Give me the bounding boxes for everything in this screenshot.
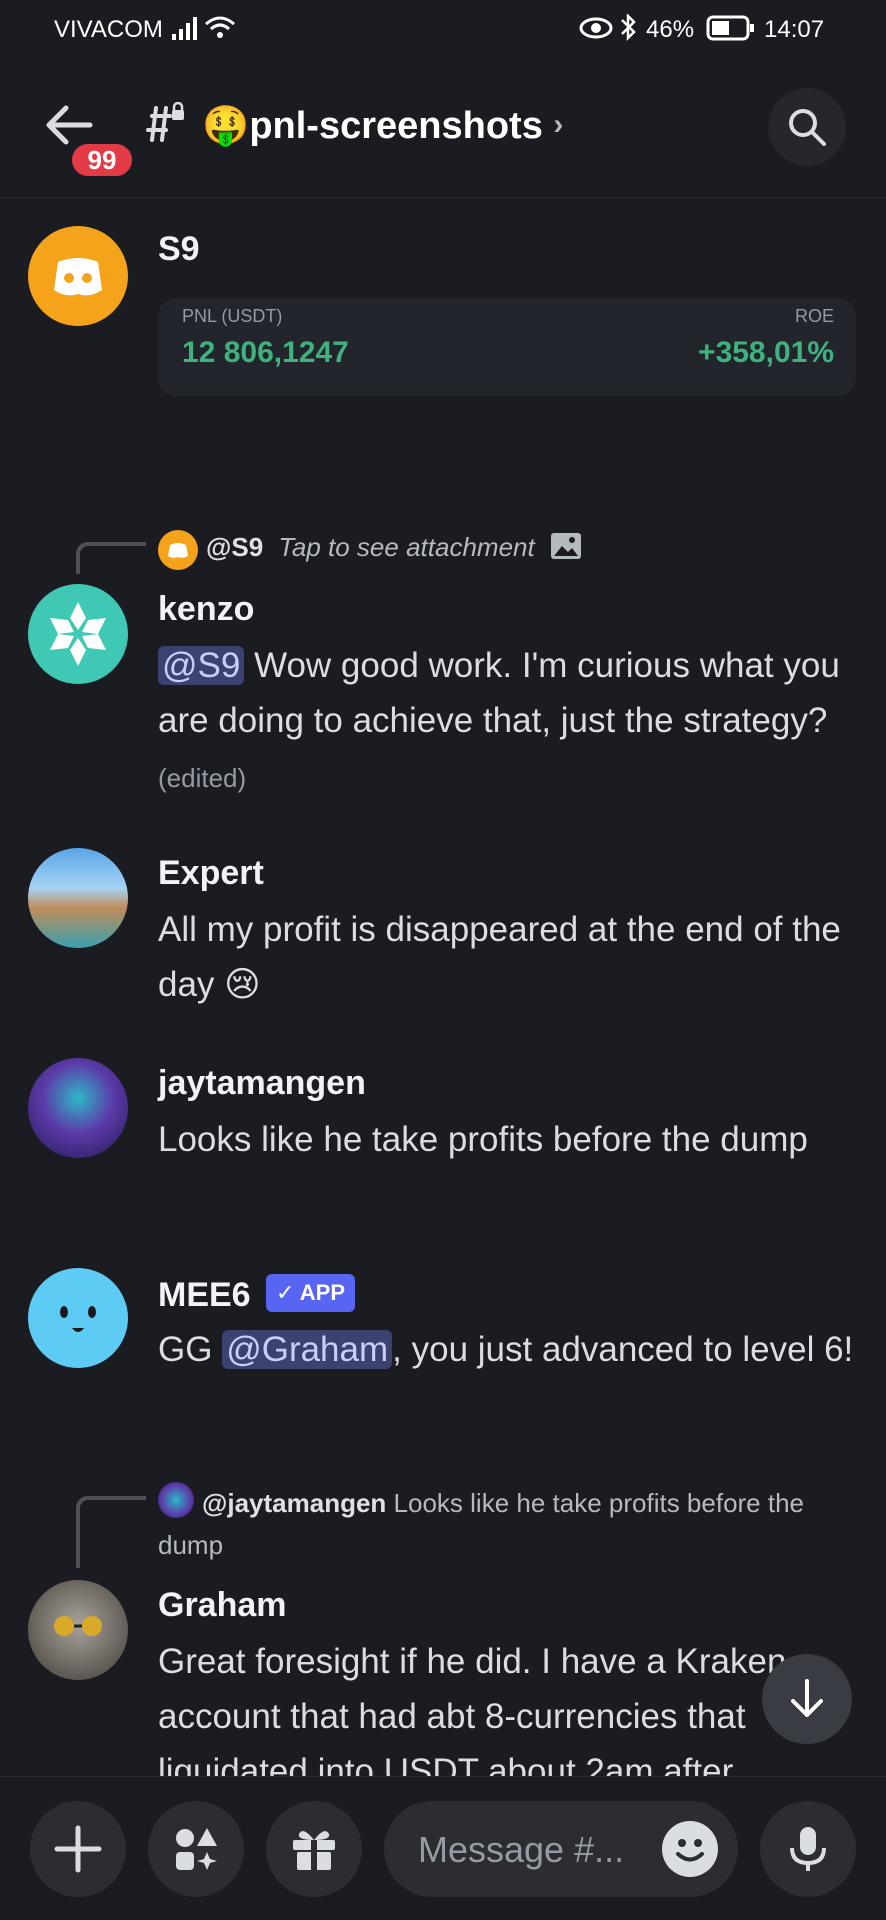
reply-mention: @S9	[206, 532, 264, 562]
smiley-icon	[676, 1839, 704, 1862]
gift-icon	[293, 1831, 335, 1870]
message-text-graham: Great foresight if he did. I have a Krak…	[158, 1642, 787, 1776]
snowflake-logo-icon	[50, 602, 106, 666]
search-icon	[789, 109, 826, 146]
mention-graham[interactable]: @Graham	[222, 1330, 393, 1369]
reply-preview[interactable]: @jaytamangen Looks like he take profits …	[158, 1482, 848, 1566]
message-text-jaytamangen: Looks like he take profits before the du…	[158, 1120, 808, 1159]
avatar-graham[interactable]	[28, 1580, 128, 1680]
apps-button[interactable]	[148, 1801, 244, 1897]
mee6-face-icon	[60, 1306, 96, 1332]
emoji-button[interactable]	[662, 1821, 718, 1877]
message-input[interactable]: Message #...	[384, 1801, 738, 1897]
author-expert[interactable]: Expert	[158, 854, 264, 893]
add-button[interactable]	[30, 1801, 126, 1897]
channel-header: 99 🤑pnl-screenshots ›	[0, 60, 886, 198]
channel-title[interactable]: 🤑pnl-screenshots ›	[202, 104, 563, 148]
plus-icon	[54, 1825, 102, 1873]
author-mee6[interactable]: MEE6 ✓ APP	[158, 1274, 356, 1315]
carrier-label: VIVACOM	[54, 16, 163, 43]
battery-icon	[706, 15, 754, 41]
reply-mention: @jaytamangen	[202, 1488, 387, 1518]
cat-sunglasses-icon	[54, 1616, 102, 1636]
discord-logo-icon	[54, 258, 102, 296]
signal-wifi-icon	[172, 16, 235, 40]
pnl-label: PNL (USDT)	[182, 306, 283, 326]
status-bar: VIVACOM 46% 14:07	[0, 0, 886, 60]
app-badge: ✓ APP	[266, 1274, 356, 1312]
author-s9[interactable]: S9	[158, 230, 200, 269]
search-button[interactable]	[768, 88, 846, 166]
pnl-embed[interactable]: PNL (USDT) 12 806,1247 ROE +358,01%	[158, 298, 856, 396]
author-graham[interactable]: Graham	[158, 1586, 287, 1625]
eye-bluetooth-icon	[579, 14, 636, 42]
money-face-emoji: 🤑	[202, 105, 250, 147]
channel-name: pnl-screenshots	[249, 105, 543, 147]
message-placeholder: Message #...	[418, 1829, 625, 1870]
scroll-to-bottom-button[interactable]	[762, 1654, 852, 1744]
microphone-icon	[790, 1827, 826, 1871]
discord-logo-icon	[168, 543, 188, 558]
channel-hash-lock-icon	[146, 102, 184, 142]
image-icon	[550, 533, 581, 559]
apps-shapes-icon	[176, 1828, 217, 1870]
mention-s9[interactable]: @S9	[158, 646, 245, 685]
pnl-value: 12 806,1247	[182, 336, 349, 369]
message-text-expert: All my profit is disappeared at the end …	[158, 910, 841, 1004]
clock: 14:07	[764, 16, 825, 43]
unread-badge: 99	[68, 140, 136, 180]
avatar-mee6[interactable]	[28, 1268, 128, 1368]
edited-label: (edited)	[158, 763, 247, 793]
reply-text: Tap to see attachment	[278, 532, 535, 562]
gift-button[interactable]	[266, 1801, 362, 1897]
avatar-expert[interactable]	[28, 848, 128, 948]
composer-bar: Message #...	[0, 1776, 886, 1920]
avatar-s9[interactable]	[28, 226, 128, 326]
chevron-right-icon: ›	[553, 108, 564, 141]
reply-avatar-s9	[158, 530, 198, 570]
arrow-down-icon	[791, 1679, 823, 1717]
avatar-kenzo[interactable]	[28, 584, 128, 684]
voice-message-button[interactable]	[760, 1801, 856, 1897]
reply-connector	[76, 1496, 146, 1568]
avatar-jaytamangen[interactable]	[28, 1058, 128, 1158]
roe-label: ROE	[794, 306, 834, 326]
author-jaytamangen[interactable]: jaytamangen	[158, 1064, 366, 1103]
reply-connector	[76, 542, 146, 574]
author-kenzo[interactable]: kenzo	[158, 590, 254, 629]
battery-percent: 46%	[646, 16, 695, 43]
message-text-mee6: GG @Graham, you just advanced to level 6…	[158, 1330, 854, 1369]
message-text-kenzo: @S9 Wow good work. I'm curious what you …	[158, 646, 840, 793]
reply-preview[interactable]: @S9 Tap to see attachment	[206, 532, 582, 563]
roe-value: +358,01%	[698, 336, 834, 369]
